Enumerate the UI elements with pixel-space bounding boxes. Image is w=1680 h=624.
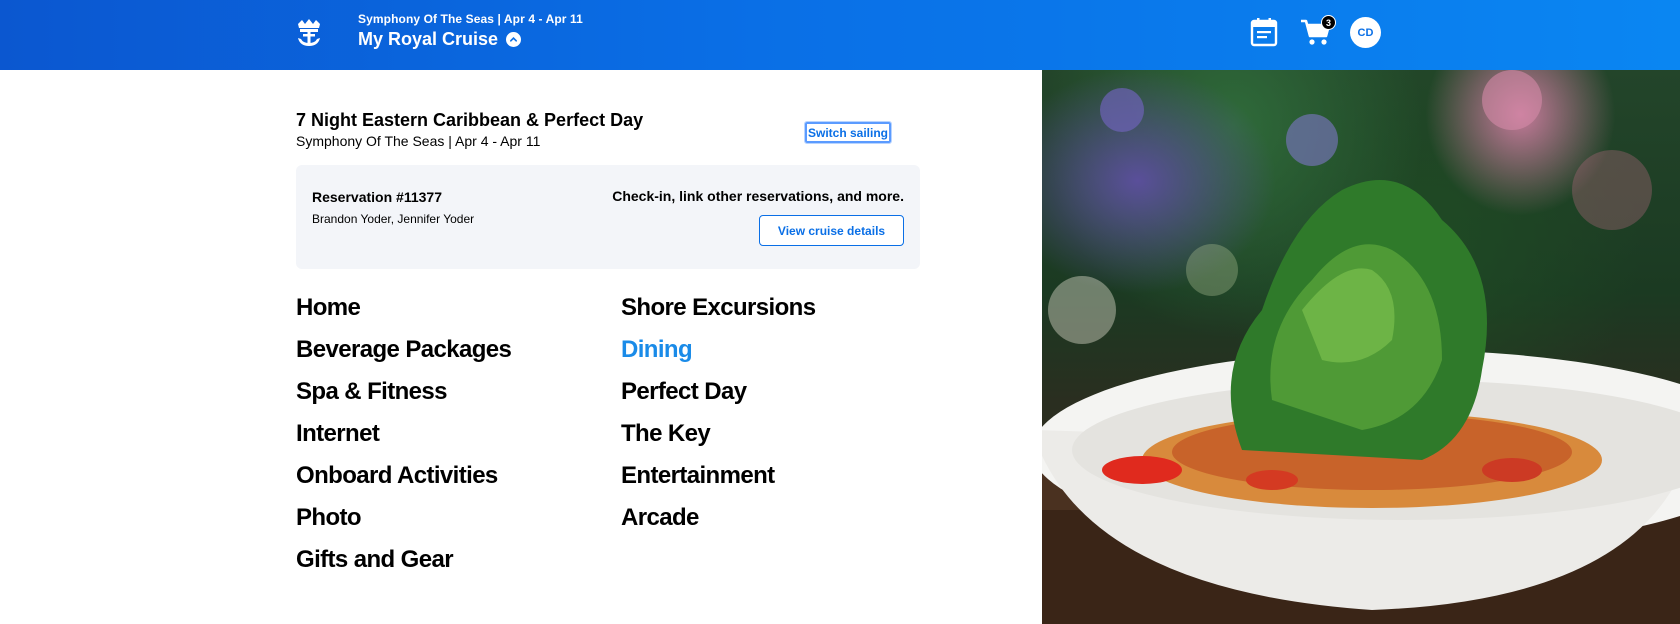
header-title: My Royal Cruise [358,29,499,49]
switch-sailing-button[interactable]: Switch sailing [804,121,892,144]
nav-column-right: Shore Excursions Dining Perfect Day The … [621,292,816,544]
nav-item-internet[interactable]: Internet [296,418,511,460]
reservation-cta-text: Check-in, link other reservations, and m… [612,188,904,204]
reservation-guests: Brandon Yoder, Jennifer Yoder [312,212,475,226]
nav-item-home[interactable]: Home [296,292,511,334]
nav-item-dining[interactable]: Dining [621,334,815,376]
nav-column-left: Home Beverage Packages Spa & Fitness Int… [296,292,512,586]
nav-item-perfect-day[interactable]: Perfect Day [621,376,815,418]
nav-item-entertainment[interactable]: Entertainment [621,460,815,502]
crown-anchor-logo[interactable] [292,16,326,50]
cart-count-badge: 3 [1321,15,1336,30]
nav-item-shore-excursions[interactable]: Shore Excursions [621,292,816,334]
chevron-up-icon [506,32,522,47]
calendar-icon[interactable] [1250,17,1278,47]
dining-hero-image [1042,70,1680,624]
trip-title: 7 Night Eastern Caribbean & Perfect Day [296,110,644,130]
avatar[interactable]: CD [1350,17,1381,48]
nav-item-spa-fitness[interactable]: Spa & Fitness [296,376,511,418]
nav-item-the-key[interactable]: The Key [621,418,815,460]
nav-item-beverage-packages[interactable]: Beverage Packages [296,334,512,376]
nav-item-gifts-and-gear[interactable]: Gifts and Gear [296,544,511,586]
reservation-card: Reservation #11377 Brandon Yoder, Jennif… [296,165,920,269]
nav-item-photo[interactable]: Photo [296,502,511,544]
top-header: Symphony Of The Seas | Apr 4 - Apr 11 My… [0,0,1680,70]
nav-item-onboard-activities[interactable]: Onboard Activities [296,460,511,502]
view-cruise-details-button[interactable]: View cruise details [759,215,904,246]
nav-item-arcade[interactable]: Arcade [621,502,815,544]
header-sailing-info: Symphony Of The Seas | Apr 4 - Apr 11 [358,12,583,26]
trip-subtitle: Symphony Of The Seas | Apr 4 - Apr 11 [296,133,541,149]
my-cruise-toggle[interactable]: My Royal Cruise [358,29,522,50]
reservation-number: Reservation #11377 [312,189,442,205]
